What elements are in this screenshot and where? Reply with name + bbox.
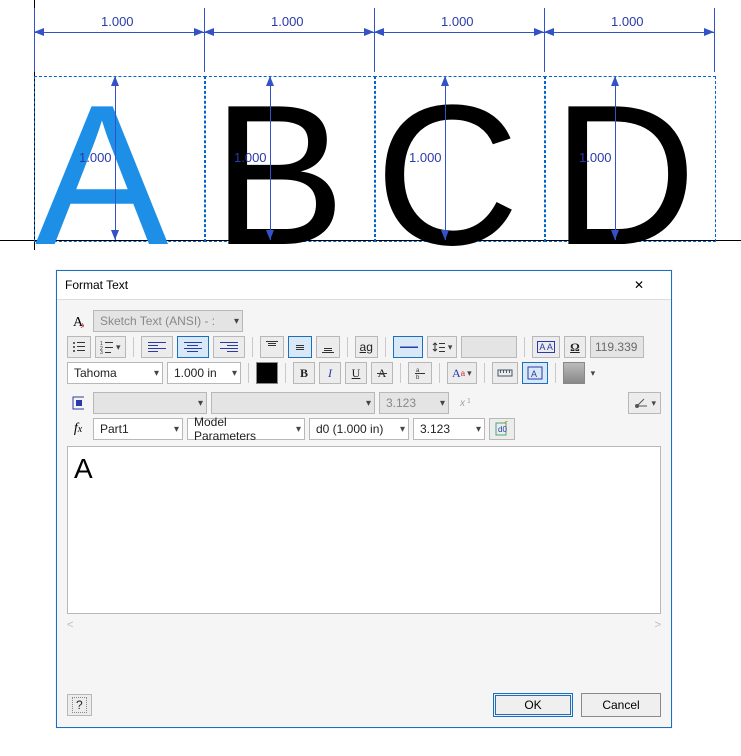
case-toggle-button[interactable]: ag [355,336,378,358]
omega-symbol-button[interactable]: Ω [564,336,586,358]
sketch-glyph[interactable]: B [212,76,345,276]
dimension-label[interactable]: 1.000 [101,14,134,29]
svg-text:x: x [459,398,466,409]
line-spacing-button[interactable]: ▾ [427,336,458,358]
single-line-button[interactable] [393,336,423,358]
background-color-swatch[interactable] [563,362,585,384]
align-right-button[interactable] [213,336,245,358]
dimension-label[interactable]: 1.000 [409,150,442,165]
font-family-dropdown[interactable]: Tahoma▾ [67,362,163,384]
dialog-title: Format Text [65,278,633,292]
insert-parameter-button[interactable]: d0 [489,418,515,440]
svg-text:3: 3 [100,350,103,354]
component-icon [67,392,89,414]
help-button[interactable]: ? [67,694,92,716]
align-left-button[interactable] [141,336,173,358]
valign-top-button[interactable] [260,336,284,358]
svg-text:b: b [416,375,420,380]
rotation-button[interactable]: ▾ [628,392,661,414]
svg-text:x: x [80,320,84,329]
dimension-label[interactable]: 1.000 [579,150,612,165]
text-style-icon: Ax [67,310,89,332]
font-size-dropdown[interactable]: 1.000 in▾ [167,362,241,384]
glyph-bounding-box [34,76,206,242]
text-frame-button[interactable]: A [522,362,548,384]
dimension-label[interactable]: 1.000 [271,14,304,29]
dialog-titlebar[interactable]: Format Text ✕ [57,271,671,300]
bullet-list-button[interactable] [67,336,91,358]
align-center-button[interactable] [177,336,209,358]
glyph-bounding-box [374,76,546,242]
sketch-canvas[interactable]: ABCD1.0001.0001.0001.0001.0001.0001.0001… [0,0,741,250]
ruler-toggle-button[interactable] [492,362,518,384]
number-list-button[interactable]: 123▾ [95,336,126,358]
text-box-fit-button[interactable]: A A [532,336,560,358]
param-source-dropdown[interactable]: Part1▾ [93,418,183,440]
font-color-swatch[interactable] [256,362,278,384]
sketch-glyph[interactable]: D [552,76,696,276]
svg-text:d0: d0 [498,425,507,434]
valign-middle-button[interactable] [288,336,312,358]
spacing-value-field [461,336,517,358]
param-name-dropdown[interactable]: d0 (1.000 in)▾ [309,418,409,440]
axis-horizontal [0,240,741,241]
scroll-right-hint: > [655,619,661,631]
format-text-dialog: Format Text ✕ Ax Sketch Text (ANSI) - :▾… [56,270,672,728]
component-dropdown-2[interactable]: ▾ [211,392,375,414]
italic-button[interactable]: I [319,362,341,384]
dimension-label[interactable]: 1.000 [441,14,474,29]
dimension-label[interactable]: 1.000 [611,14,644,29]
svg-text:1: 1 [467,398,470,405]
ok-button[interactable]: OK [493,693,573,717]
dimension-label[interactable]: 1.000 [234,150,267,165]
scroll-left-hint: < [67,619,73,631]
bold-button[interactable]: B [293,362,315,384]
background-color-more[interactable]: ▾ [591,368,596,379]
precision-disabled-dropdown[interactable]: 3.123▾ [379,392,449,414]
spacing-readout: 119.339 [590,336,644,358]
sketch-glyph[interactable]: C [375,76,519,276]
dimension-label[interactable]: 1.000 [79,150,112,165]
component-dropdown-1[interactable]: ▾ [93,392,207,414]
underline-button[interactable]: U [345,362,367,384]
text-style-dropdown[interactable]: Sketch Text (ANSI) - :▾ [93,310,243,332]
stacked-fraction-button[interactable]: ab [408,362,432,384]
character-format-button[interactable]: Aa▾ [447,362,477,384]
glyph-bounding-box [204,76,376,242]
insert-property-button-disabled: x1 [453,392,475,414]
text-editor[interactable] [67,446,661,614]
param-precision-dropdown[interactable]: 3.123▾ [413,418,485,440]
glyph-bounding-box [544,76,716,242]
valign-bottom-button[interactable] [316,336,340,358]
svg-text:A: A [531,369,537,379]
param-scope-dropdown[interactable]: Model Parameters▾ [187,418,305,440]
close-icon: ✕ [634,278,662,292]
strikethrough-button[interactable]: A [371,362,393,384]
fx-icon: fx [67,418,89,440]
cancel-button[interactable]: Cancel [581,693,661,717]
close-button[interactable]: ✕ [633,273,663,297]
sketch-glyph[interactable]: A [35,76,168,276]
